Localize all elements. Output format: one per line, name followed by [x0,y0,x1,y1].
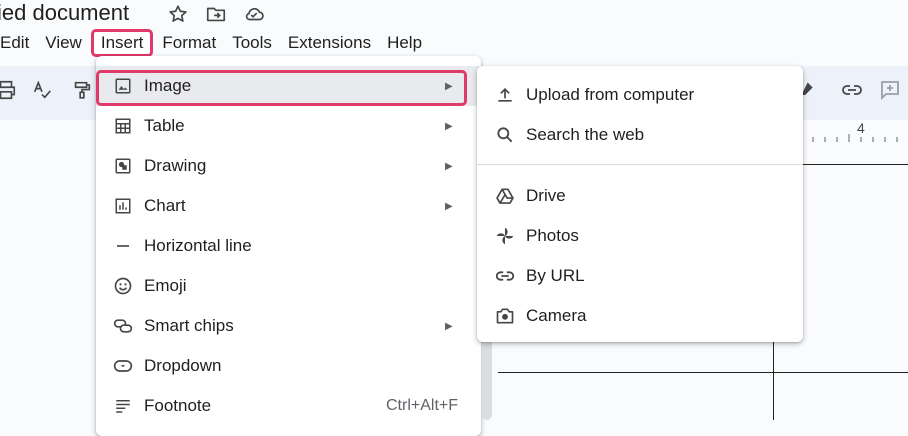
emoji-icon [112,275,134,297]
smart-chips-icon [112,315,134,337]
menu-item-chart[interactable]: Chart ▶ [96,186,481,226]
link-icon [494,265,516,287]
paint-format-icon[interactable] [70,78,94,102]
menu-extensions[interactable]: Extensions [280,30,379,56]
star-icon[interactable] [166,3,190,25]
image-highlight-box [96,70,467,106]
submenu-divider [477,164,803,165]
drive-icon [494,185,516,207]
menu-item-smart-chips[interactable]: Smart chips ▶ [96,306,481,346]
table-border [803,164,908,165]
menu-item-dropdown[interactable]: Dropdown [96,346,481,386]
menu-view[interactable]: View [37,30,90,56]
menu-item-horizontal-line[interactable]: Horizontal line [96,226,481,266]
insert-menu: Image ▶ Table ▶ Drawing ▶ Chart ▶ Horizo… [96,56,481,436]
menu-item-footnote[interactable]: Footnote Ctrl+Alt+F [96,386,481,426]
submenu-item-camera[interactable]: Camera [477,296,803,336]
menu-item-emoji[interactable]: Emoji [96,266,481,306]
print-icon[interactable] [0,78,18,102]
horizontal-line-icon [112,235,134,257]
menu-item-table[interactable]: Table ▶ [96,106,481,146]
submenu-arrow-icon: ▶ [445,120,453,132]
table-border [773,342,774,420]
menu-insert[interactable]: Insert [90,29,154,57]
upload-icon [494,84,516,106]
menu-edit[interactable]: Edit [0,30,37,56]
submenu-item-upload[interactable]: Upload from computer [477,75,803,115]
menu-help[interactable]: Help [379,30,430,56]
ruler-ticks [812,134,898,142]
table-border [498,372,908,373]
cloud-saved-icon[interactable] [242,3,266,25]
menu-format[interactable]: Format [154,30,224,56]
camera-icon [494,305,516,327]
drawing-icon [112,155,134,177]
chart-icon [112,195,134,217]
link-icon[interactable] [840,78,864,102]
menu-bar: Edit View Insert Format Tools Extensions… [0,29,430,57]
photos-icon [494,225,516,247]
submenu-item-photos[interactable]: Photos [477,216,803,256]
table-icon [112,115,134,137]
submenu-arrow-icon: ▶ [445,320,453,332]
document-title[interactable]: ied document [0,0,129,26]
search-icon [494,124,516,146]
folder-move-icon[interactable] [204,3,228,25]
dropdown-icon [112,355,134,377]
submenu-item-by-url[interactable]: By URL [477,256,803,296]
submenu-item-drive[interactable]: Drive [477,176,803,216]
menu-tools[interactable]: Tools [224,30,280,56]
submenu-arrow-icon: ▶ [445,160,453,172]
footnote-icon [112,395,134,417]
add-comment-icon[interactable] [878,78,902,102]
submenu-item-search-web[interactable]: Search the web [477,115,803,155]
image-submenu: Upload from computer Search the web Driv… [477,66,803,342]
menu-item-drawing[interactable]: Drawing ▶ [96,146,481,186]
submenu-arrow-icon: ▶ [445,200,453,212]
spellcheck-icon[interactable] [30,78,54,102]
footnote-shortcut: Ctrl+Alt+F [385,397,458,414]
